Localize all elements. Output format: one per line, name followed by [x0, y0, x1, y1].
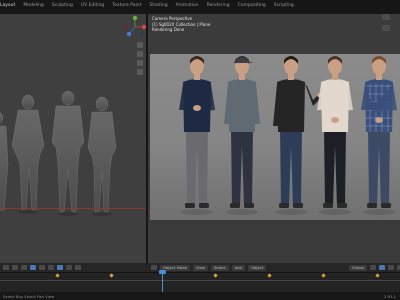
tab-texture-paint[interactable]: Texture Paint: [112, 3, 141, 8]
left-viewport[interactable]: [0, 14, 146, 268]
render-person: [317, 56, 353, 215]
tab-modeling[interactable]: Modeling: [23, 3, 43, 8]
silhouette-figure-4: [87, 96, 117, 213]
tab-scripting[interactable]: Scripting: [274, 3, 294, 8]
shading-render-icon[interactable]: [48, 265, 54, 270]
camera-icon[interactable]: [137, 60, 143, 66]
status-bar: Select Box Select Pan View 2.93.1: [0, 292, 400, 300]
add-menu[interactable]: Add: [231, 264, 246, 271]
status-hints: Select Box Select Pan View: [3, 293, 55, 299]
top-menu-bar: Layout Modeling Sculpting UV Editing Texture…: [0, 0, 400, 15]
shading-wire-icon[interactable]: [21, 265, 27, 270]
camera-overlay-text: Camera Perspective (1) Sg002X Collection…: [152, 16, 210, 33]
select-menu[interactable]: Select: [210, 264, 229, 271]
render-status: Rendering Done: [152, 27, 185, 32]
overlay-icon[interactable]: [57, 265, 63, 270]
playhead-handle[interactable]: [159, 270, 166, 274]
render-person: [224, 56, 260, 215]
render-person: [273, 56, 323, 215]
xray-icon[interactable]: [66, 265, 72, 270]
render-people: [179, 56, 397, 215]
view-icon[interactable]: [382, 14, 390, 20]
snap-icon[interactable]: [370, 265, 376, 270]
render-preview: [150, 54, 400, 220]
editor-type-icon[interactable]: [151, 265, 157, 270]
left-viewport-header: [0, 263, 149, 272]
shading-solid-icon[interactable]: [30, 265, 36, 270]
timeline-track: [0, 280, 400, 281]
transform-orientation-dropdown[interactable]: Global: [348, 264, 367, 271]
timeline[interactable]: [0, 272, 400, 293]
tab-sculpting[interactable]: Sculpting: [52, 3, 73, 8]
tab-layout[interactable]: Layout: [0, 3, 15, 8]
viewport-header-tools: [382, 14, 390, 31]
navigation-gizmo[interactable]: [122, 14, 148, 40]
proportional-edit-icon[interactable]: [379, 265, 385, 270]
render-person: [179, 56, 215, 215]
shading-solid-icon[interactable]: [388, 265, 394, 270]
shading-material-icon[interactable]: [39, 265, 45, 270]
tab-shading[interactable]: Shading: [149, 3, 167, 8]
grid-icon[interactable]: [137, 69, 143, 75]
silhouette-figure-3: [51, 90, 85, 213]
right-viewport-header: Object Mode View Select Add Object Globa…: [148, 263, 400, 272]
tab-compositing[interactable]: Compositing: [238, 3, 266, 8]
workspace-tabs: Layout Modeling Sculpting UV Editing Texture…: [0, 3, 294, 8]
floor-grid-line: [0, 208, 146, 209]
pan-hand-icon[interactable]: [137, 51, 143, 57]
object-menu[interactable]: Object: [248, 264, 267, 271]
silhouette-figures: [0, 90, 117, 216]
version-label: 2.93.1: [383, 293, 396, 299]
gizmo-toggle-icon[interactable]: [75, 265, 81, 270]
silhouette-figure-2: [11, 94, 45, 211]
render-person: [361, 56, 397, 215]
viewport-nav-buttons: [137, 42, 143, 75]
mode-icon[interactable]: [12, 265, 18, 270]
tab-animation[interactable]: Animation: [176, 3, 199, 8]
zoom-icon[interactable]: [137, 42, 143, 48]
tab-rendering[interactable]: Rendering: [207, 3, 230, 8]
visibility-icon[interactable]: [382, 25, 390, 31]
silhouette-figure-1: [0, 112, 9, 211]
editor-type-icon[interactable]: [3, 265, 9, 270]
view-menu[interactable]: View: [192, 264, 208, 271]
tab-uv-editing[interactable]: UV Editing: [81, 3, 104, 8]
